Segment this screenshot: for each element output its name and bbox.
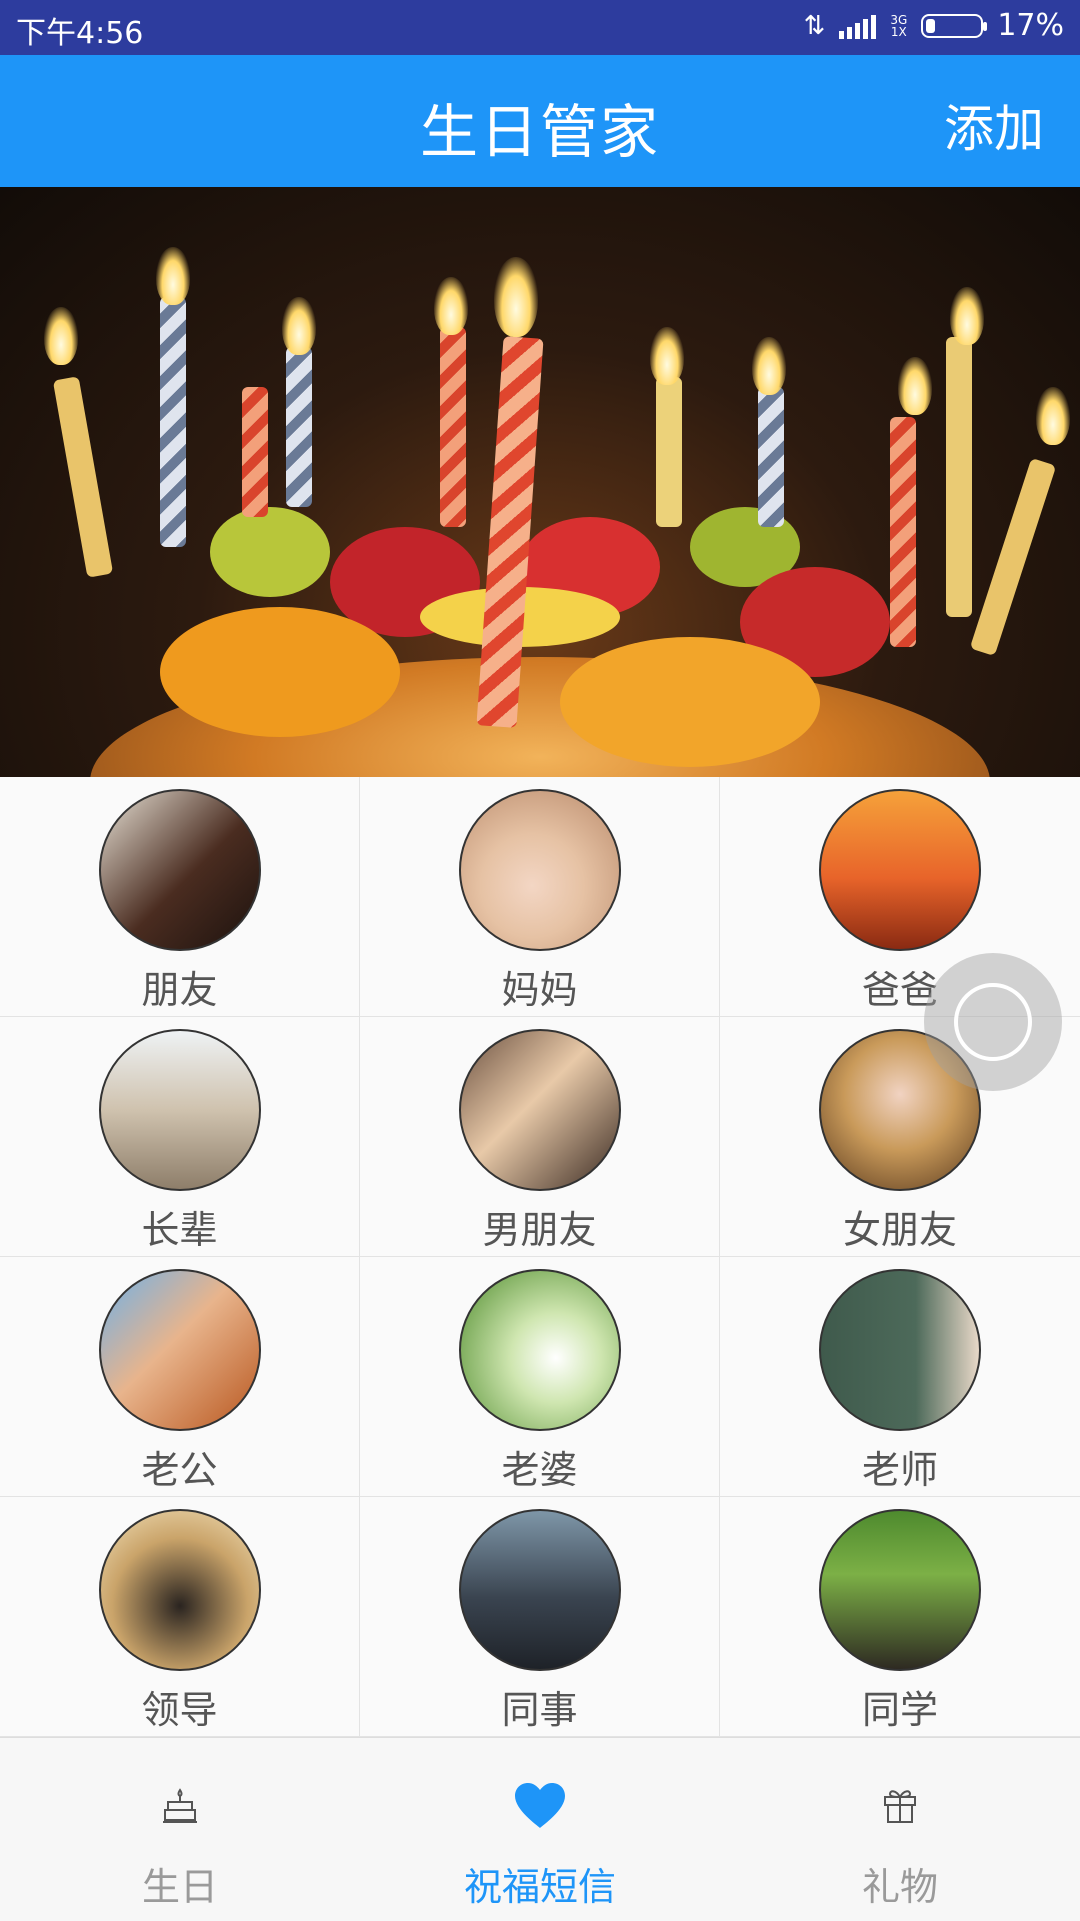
category-label: 同事 [501, 1688, 578, 1732]
add-button[interactable]: 添加 [944, 89, 1044, 161]
category-mom[interactable]: 妈妈 [360, 777, 720, 1017]
category-grid: 朋友 妈妈 爸爸 长辈 男朋友 女朋友 老公 老婆 老师 领导 同事 同学 [0, 777, 1080, 1737]
category-leader[interactable]: 领导 [0, 1497, 360, 1737]
battery-percent: 17% [997, 8, 1064, 43]
husband-avatar [98, 1269, 261, 1431]
wife-avatar [458, 1269, 621, 1431]
category-label: 老公 [141, 1448, 218, 1492]
category-label: 同学 [861, 1688, 938, 1732]
candle-flame [752, 337, 786, 395]
candle-flame [156, 247, 190, 305]
category-boyfriend[interactable]: 男朋友 [360, 1017, 720, 1257]
app-bar: 生日管家 添加 [0, 55, 1080, 187]
category-label: 男朋友 [482, 1208, 597, 1252]
colleague-avatar [458, 1509, 621, 1671]
network-type: 3G 1X [890, 14, 907, 38]
status-bar: 下午4:56 ⇅ 3G 1X 17% [0, 0, 1080, 55]
category-friend[interactable]: 朋友 [0, 777, 360, 1017]
candle-flame [1036, 387, 1070, 445]
tab-greeting-sms[interactable]: 祝福短信 [360, 1738, 720, 1921]
candle [242, 387, 268, 517]
status-indicators: ⇅ 3G 1X 17% [804, 8, 1064, 43]
battery-fill [926, 18, 936, 33]
classmate-avatar [819, 1509, 981, 1671]
cake-icon [150, 1778, 210, 1834]
banner-image [0, 187, 1080, 777]
candle-flame [950, 287, 984, 345]
category-label: 女朋友 [842, 1208, 957, 1252]
fruit-kiwi [210, 507, 330, 597]
tab-label: 祝福短信 [463, 1865, 616, 1909]
candle-flame [494, 257, 538, 337]
candle [890, 417, 916, 647]
candle [286, 347, 312, 507]
signal-icon [839, 13, 877, 39]
teacher-avatar [819, 1269, 981, 1431]
leader-avatar [98, 1509, 261, 1671]
data-transfer-icon: ⇅ [803, 10, 826, 41]
candle-flame [44, 307, 78, 365]
tab-gift[interactable]: 礼物 [720, 1738, 1080, 1921]
fruit-peach [160, 607, 400, 737]
category-label: 妈妈 [501, 968, 578, 1012]
category-teacher[interactable]: 老师 [720, 1257, 1080, 1497]
candle [969, 457, 1057, 657]
heart-icon [510, 1778, 570, 1834]
battery-icon [921, 13, 988, 38]
candle [656, 377, 682, 527]
candle [440, 327, 466, 527]
category-classmate[interactable]: 同学 [720, 1497, 1080, 1737]
mom-avatar [458, 789, 621, 951]
floating-assist-button[interactable] [924, 953, 1062, 1091]
candle-flame [282, 297, 316, 355]
category-label: 朋友 [141, 968, 218, 1012]
category-label: 领导 [141, 1688, 218, 1732]
status-time: 下午4:56 [16, 16, 144, 51]
tab-label: 生日 [141, 1865, 218, 1909]
candle [946, 337, 972, 617]
candle-flame [650, 327, 684, 385]
fruit-peach-2 [560, 637, 820, 767]
candle-flame [898, 357, 932, 415]
friend-avatar [98, 789, 261, 951]
category-label: 老师 [861, 1448, 938, 1492]
gift-icon [870, 1778, 930, 1834]
category-label: 老婆 [501, 1448, 578, 1492]
tab-label: 礼物 [861, 1865, 938, 1909]
candle [758, 387, 784, 527]
category-husband[interactable]: 老公 [0, 1257, 360, 1497]
category-elders[interactable]: 长辈 [0, 1017, 360, 1257]
dad-avatar [819, 789, 981, 951]
page-title: 生日管家 [419, 98, 660, 166]
tab-birthday[interactable]: 生日 [0, 1738, 360, 1921]
boyfriend-avatar [458, 1029, 621, 1191]
candle-flame [434, 277, 468, 335]
category-colleague[interactable]: 同事 [360, 1497, 720, 1737]
elders-avatar [98, 1029, 261, 1191]
candle [52, 376, 114, 578]
bottom-tab-bar: 生日 祝福短信 礼物 [0, 1737, 1080, 1921]
network-sub-label: 1X [890, 24, 907, 39]
category-label: 长辈 [141, 1208, 218, 1252]
category-wife[interactable]: 老婆 [360, 1257, 720, 1497]
candle [160, 297, 186, 547]
